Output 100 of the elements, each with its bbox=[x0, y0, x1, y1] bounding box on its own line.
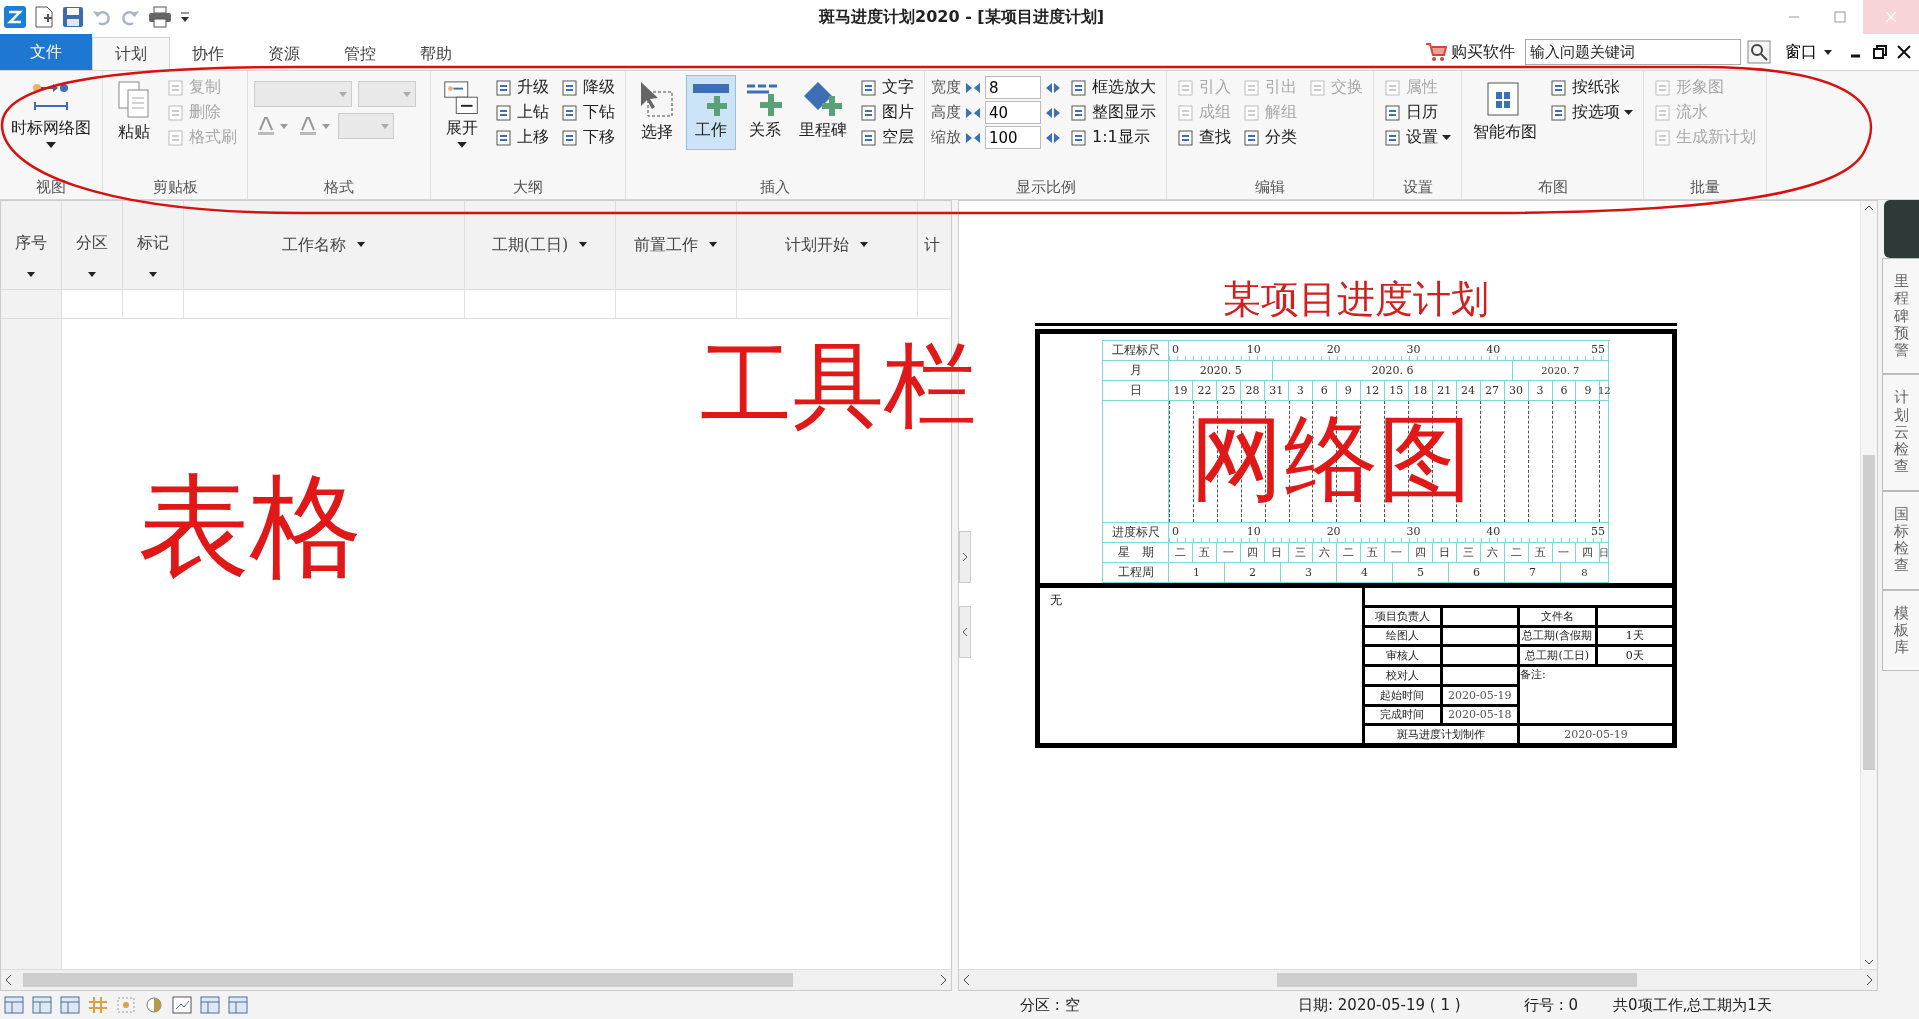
ribbon-button[interactable]: 下移 bbox=[557, 125, 619, 150]
horizontal-scrollbar[interactable] bbox=[959, 969, 1877, 990]
ribbon-button[interactable]: 空层 bbox=[856, 125, 918, 150]
day-cell: 9 bbox=[1575, 381, 1600, 400]
column-header[interactable]: 标记 bbox=[123, 201, 184, 289]
contrast-icon[interactable] bbox=[144, 996, 164, 1014]
group-label: 剪贴板 bbox=[151, 177, 199, 198]
tick-label: 55 bbox=[1591, 525, 1605, 538]
day-cell: 25 bbox=[1215, 381, 1240, 400]
ribbon-button[interactable]: 按选项 bbox=[1546, 100, 1637, 125]
collapse-handle[interactable] bbox=[959, 531, 971, 583]
caret-icon bbox=[403, 91, 411, 97]
number-field[interactable]: 40 bbox=[985, 101, 1041, 124]
layout-icon[interactable] bbox=[60, 996, 80, 1014]
caret-icon bbox=[148, 271, 158, 278]
window-menu[interactable]: 窗口 bbox=[1777, 41, 1841, 63]
day-cell: 21 bbox=[1431, 381, 1456, 400]
number-field[interactable]: 100 bbox=[985, 126, 1041, 149]
ribbon-button[interactable]: 降级 bbox=[557, 75, 619, 100]
ribbon-button[interactable]: 工作 bbox=[686, 75, 736, 150]
field-label: 高度 bbox=[931, 103, 961, 122]
collapse-handle[interactable] bbox=[959, 606, 971, 658]
horizontal-scrollbar[interactable] bbox=[1, 969, 951, 990]
tick-label: 0 bbox=[1172, 343, 1179, 356]
table-cell: 审核人 bbox=[1365, 647, 1440, 664]
ribbon-button[interactable]: 文字 bbox=[856, 75, 918, 100]
diamond-plus-icon bbox=[802, 80, 844, 118]
column-header[interactable]: 计划开始 bbox=[737, 201, 918, 289]
ribbon-button[interactable]: 关系 bbox=[740, 75, 790, 150]
column-header[interactable]: 工期(工日) bbox=[465, 201, 616, 289]
dropdown-icon[interactable] bbox=[180, 10, 190, 24]
ribbon-button[interactable]: 上移 bbox=[491, 125, 553, 150]
menu-tab[interactable]: 文件 bbox=[0, 34, 92, 70]
ribbon-button[interactable]: 设置 bbox=[1380, 125, 1455, 150]
menu-tab[interactable]: 帮助 bbox=[398, 38, 474, 70]
ribbon-button[interactable]: 日历 bbox=[1380, 100, 1455, 125]
week-cell: 3 bbox=[1279, 563, 1336, 582]
close-icon[interactable] bbox=[1895, 43, 1913, 61]
menu-tab[interactable]: 资源 bbox=[246, 38, 322, 70]
column-header[interactable]: 计 bbox=[918, 201, 951, 289]
search-field[interactable]: 输入问题关键词 bbox=[1525, 39, 1741, 65]
side-tab[interactable]: 计划云检查 bbox=[1882, 374, 1919, 491]
side-tab[interactable]: 里程碑预警 bbox=[1882, 258, 1919, 375]
layout-icon[interactable] bbox=[4, 996, 24, 1014]
page-icon bbox=[561, 128, 579, 147]
page-icon bbox=[1384, 103, 1402, 122]
group-label: 设置 bbox=[1401, 177, 1434, 198]
ribbon-button[interactable]: 智能布图 bbox=[1468, 75, 1542, 150]
column-header[interactable]: 序号 bbox=[1, 201, 62, 289]
search-icon[interactable] bbox=[1747, 40, 1771, 64]
grid-icon[interactable] bbox=[88, 996, 108, 1014]
ribbon-button[interactable]: 图片 bbox=[856, 100, 918, 125]
caret-icon bbox=[45, 141, 57, 149]
ribbon-button[interactable]: 升级 bbox=[491, 75, 553, 100]
row-label: 日 bbox=[1103, 381, 1169, 401]
print-icon[interactable] bbox=[148, 6, 172, 28]
row-label: 进度标尺 bbox=[1103, 523, 1169, 543]
menu-tab[interactable]: 计划 bbox=[92, 37, 170, 70]
vertical-scrollbar[interactable] bbox=[1860, 201, 1877, 969]
page-icon bbox=[1243, 128, 1261, 147]
column-header[interactable]: 分区 bbox=[62, 201, 123, 289]
layout-icon[interactable] bbox=[32, 996, 52, 1014]
caret-icon bbox=[1442, 134, 1451, 141]
side-tab[interactable]: 模板库 bbox=[1882, 589, 1919, 672]
ribbon-button[interactable]: 选择 bbox=[632, 75, 682, 150]
ribbon-button[interactable]: 里程碑 bbox=[794, 75, 852, 150]
ribbon-button[interactable]: 框选放大 bbox=[1066, 75, 1160, 100]
layout-icon[interactable] bbox=[228, 996, 248, 1014]
number-field[interactable]: 8 bbox=[985, 76, 1041, 99]
pages-icon bbox=[116, 80, 152, 120]
menu-tab[interactable]: 管控 bbox=[322, 38, 398, 70]
ribbon-button[interactable]: 下钻 bbox=[557, 100, 619, 125]
buy-button[interactable]: 购买软件 bbox=[1421, 41, 1519, 63]
day-cell: 12 bbox=[1359, 381, 1384, 400]
target-icon[interactable] bbox=[116, 996, 136, 1014]
column-header[interactable]: 前置工作 bbox=[616, 201, 737, 289]
ribbon-button[interactable]: 按纸张 bbox=[1546, 75, 1637, 100]
page-icon bbox=[1070, 103, 1088, 122]
ribbon-button[interactable]: 粘贴 bbox=[109, 75, 159, 150]
ribbon-button[interactable]: 整图显示 bbox=[1066, 100, 1160, 125]
weekday-cell: 日 bbox=[1599, 543, 1609, 562]
week-cell: 2 bbox=[1224, 563, 1280, 582]
ribbon-button[interactable]: 查找 bbox=[1173, 125, 1235, 150]
ribbon-button[interactable]: 展开 bbox=[437, 75, 487, 150]
page-icon bbox=[1243, 103, 1261, 122]
ribbon-button[interactable]: 1:1显示 bbox=[1066, 125, 1160, 150]
ribbon-button[interactable]: 上钻 bbox=[491, 100, 553, 125]
side-tab[interactable]: 国标检查 bbox=[1882, 490, 1919, 590]
menu-tab[interactable]: 协作 bbox=[170, 38, 246, 70]
window-icon[interactable] bbox=[172, 996, 192, 1014]
column-header[interactable]: 工作名称 bbox=[184, 201, 465, 289]
layout-icon[interactable] bbox=[200, 996, 220, 1014]
ribbon-button[interactable]: 分类 bbox=[1239, 125, 1301, 150]
new-file-icon[interactable] bbox=[34, 6, 54, 28]
save-icon[interactable] bbox=[62, 6, 84, 28]
table-cell: 校对人 bbox=[1365, 667, 1440, 684]
caret-icon bbox=[322, 123, 330, 129]
ribbon-button[interactable]: 时标网络图 bbox=[6, 75, 96, 150]
restore-icon[interactable] bbox=[1871, 43, 1889, 61]
handwritten-note: 工具栏 bbox=[700, 340, 976, 432]
